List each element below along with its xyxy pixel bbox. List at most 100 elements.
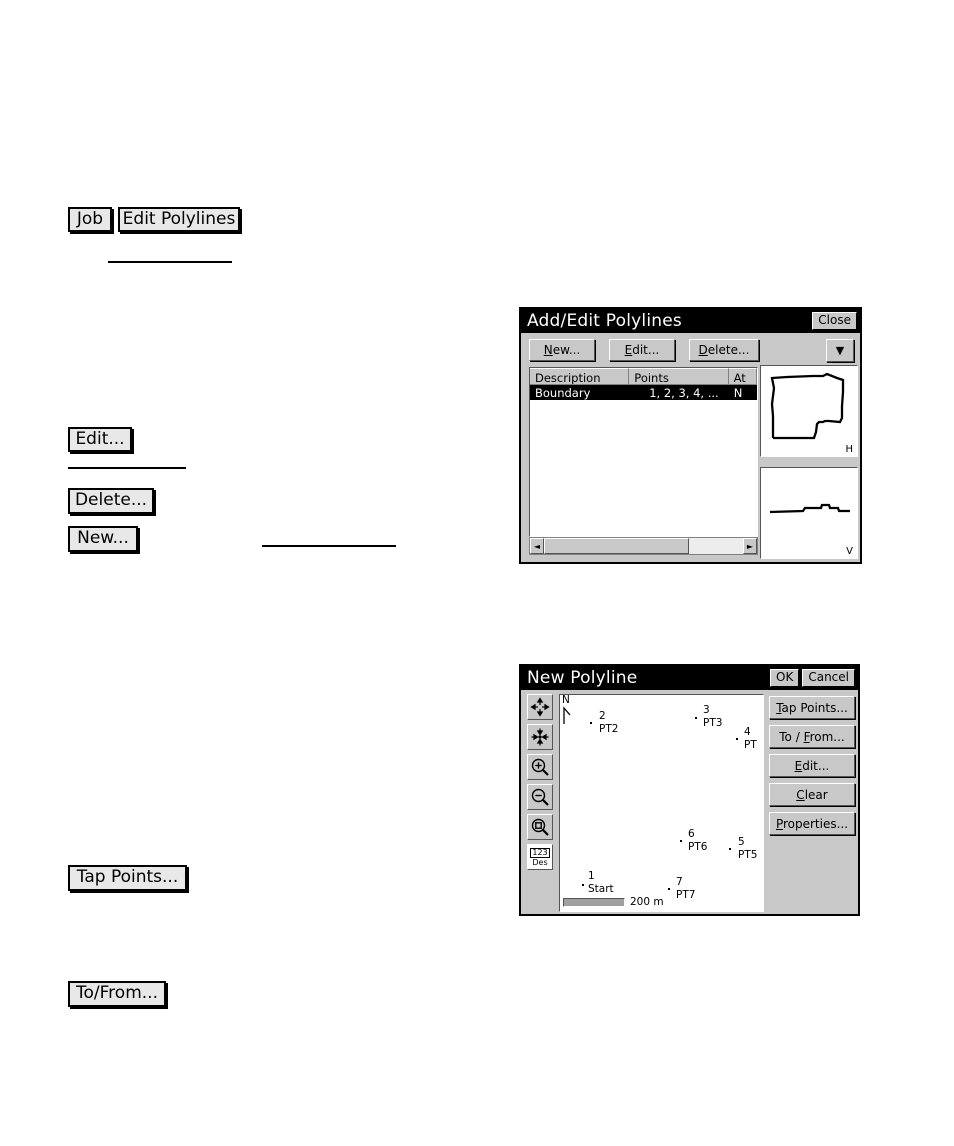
horizontal-rule: [108, 261, 232, 263]
to-from-button[interactable]: To / From...: [769, 725, 855, 748]
horizontal-preview: H: [760, 365, 858, 457]
manual-key-new[interactable]: New...: [68, 526, 138, 552]
add-edit-polylines-dialog: Add/Edit Polylines Close New... Edit... …: [519, 307, 862, 861]
manual-key-edit[interactable]: Edit...: [68, 427, 132, 452]
map-point-label: PT7: [676, 889, 696, 901]
column-header-points[interactable]: Points: [629, 368, 729, 385]
edit-button-mnemonic: E: [794, 758, 803, 773]
dialog-title: Add/Edit Polylines: [527, 311, 682, 331]
scroll-right-arrow-icon[interactable]: ►: [743, 538, 757, 554]
clear-button-label: Clear: [796, 787, 828, 802]
column-header-attribute[interactable]: At: [728, 368, 757, 385]
map-point-number: 2: [599, 710, 606, 722]
polyline-plan-shape: [770, 372, 845, 440]
zoom-out-icon: [531, 788, 549, 806]
cancel-button[interactable]: Cancel: [802, 668, 855, 688]
tap-points-button-mnemonic: T: [776, 700, 782, 715]
scroll-left-arrow-icon[interactable]: ◄: [530, 538, 544, 554]
delete-button[interactable]: Delete...: [689, 339, 759, 361]
polyline-profile-shape: [769, 503, 850, 514]
map-point-marker[interactable]: [695, 717, 697, 719]
properties-button[interactable]: Properties...: [769, 812, 855, 835]
map-point-marker[interactable]: [590, 722, 592, 724]
pan-tool[interactable]: [527, 694, 553, 720]
manual-key-delete[interactable]: Delete...: [68, 488, 154, 514]
map-point-number: 4: [744, 726, 751, 738]
map-point-label: PT6: [688, 841, 708, 853]
polyline-list[interactable]: Description Points At Boundary 1, 2, 3, …: [529, 367, 758, 537]
delete-button-mnemonic: D: [698, 343, 708, 357]
map-point-marker[interactable]: [736, 738, 738, 740]
map-point-marker[interactable]: [582, 884, 584, 886]
zoom-out-tool[interactable]: [527, 784, 553, 810]
chevron-down-icon: ▼: [835, 344, 845, 357]
new-polyline-dialog: New Polyline OK Cancel 123 Des N 1 Start…: [519, 664, 860, 916]
zoom-in-icon: [531, 758, 549, 776]
dropdown-button[interactable]: ▼: [826, 339, 854, 362]
tap-points-button-label: Tap Points...: [776, 700, 848, 715]
manual-key-to-from[interactable]: To/From...: [68, 981, 166, 1007]
point-labels-tool[interactable]: 123 Des: [527, 844, 553, 870]
edit-button-label: Edit...: [794, 758, 830, 773]
preview-label-h: H: [845, 444, 853, 455]
properties-button-mnemonic: P: [775, 816, 783, 831]
new-button-mnemonic: N: [543, 343, 553, 357]
map-point-label: PT: [744, 739, 757, 751]
dialog-title: New Polyline: [527, 668, 638, 688]
manual-key-tap-points[interactable]: Tap Points...: [68, 865, 187, 891]
table-row[interactable]: Boundary 1, 2, 3, 4, ... N: [530, 385, 757, 400]
new-button-label: New...: [543, 343, 581, 357]
edit-button[interactable]: Edit...: [769, 754, 855, 777]
point-labels-icon-line1: 123: [530, 847, 550, 858]
new-button[interactable]: New...: [529, 339, 595, 361]
manual-key-edit-polylines[interactable]: Edit Polylines: [118, 207, 240, 232]
pan-arrows-icon: [530, 697, 550, 717]
map-point-label: PT3: [703, 717, 723, 729]
dialog-title-bar: Add/Edit Polylines Close: [521, 309, 860, 333]
horizontal-rule: [262, 545, 396, 547]
cell-points: 1, 2, 3, 4, ...: [649, 386, 719, 400]
map-point-number: 3: [703, 704, 710, 716]
zoom-window-tool[interactable]: [527, 814, 553, 840]
scrollbar-thumb[interactable]: [544, 538, 689, 554]
column-header-description[interactable]: Description: [530, 368, 630, 385]
scrollbar-track[interactable]: [689, 538, 743, 554]
map-point-marker[interactable]: [668, 888, 670, 890]
map-canvas[interactable]: N 1 Start 2 PT2 3 PT3 4 PT 5 PT5 6 PT6 7 PT7 200 m: [559, 694, 764, 912]
horizontal-rule: [68, 467, 186, 469]
zoom-window-icon: [531, 818, 549, 836]
map-point-number: 5: [738, 836, 745, 848]
edit-button-label: Edit...: [624, 343, 660, 357]
clear-button[interactable]: Clear: [769, 783, 855, 806]
map-point-marker[interactable]: [729, 848, 731, 850]
map-point-number: 1: [588, 870, 595, 882]
map-point-number: 6: [688, 828, 695, 840]
zoom-extents-tool[interactable]: [527, 724, 553, 750]
delete-button-label: Delete...: [698, 343, 750, 357]
map-point-number: 7: [676, 876, 683, 888]
manual-key-job[interactable]: Job: [68, 207, 112, 232]
point-labels-icon-line2: Des: [532, 857, 548, 867]
zoom-in-tool[interactable]: [527, 754, 553, 780]
dialog-title-bar: New Polyline OK Cancel: [521, 666, 858, 690]
list-header: Description Points At: [530, 368, 757, 385]
north-label: N: [562, 694, 570, 706]
cell-description: Boundary: [535, 386, 591, 400]
map-scale-bar: 200 m: [563, 896, 664, 908]
ok-button[interactable]: OK: [770, 668, 800, 688]
map-point-label: PT5: [738, 849, 758, 861]
tap-points-button[interactable]: Tap Points...: [769, 696, 855, 719]
scale-bar-label: 200 m: [630, 896, 664, 908]
preview-label-v: V: [846, 546, 853, 557]
to-from-button-label: To / From...: [779, 729, 845, 744]
edit-button[interactable]: Edit...: [609, 339, 675, 361]
map-point-label: Start: [588, 883, 614, 895]
zoom-extents-icon: [531, 728, 549, 746]
map-point-label: PT2: [599, 723, 619, 735]
to-from-button-mnemonic: F: [803, 729, 810, 744]
horizontal-scrollbar[interactable]: ◄ ►: [529, 537, 758, 555]
properties-button-label: Properties...: [775, 816, 849, 831]
cell-attribute: N: [733, 386, 743, 400]
close-button[interactable]: Close: [812, 311, 857, 331]
map-point-marker[interactable]: [680, 840, 682, 842]
